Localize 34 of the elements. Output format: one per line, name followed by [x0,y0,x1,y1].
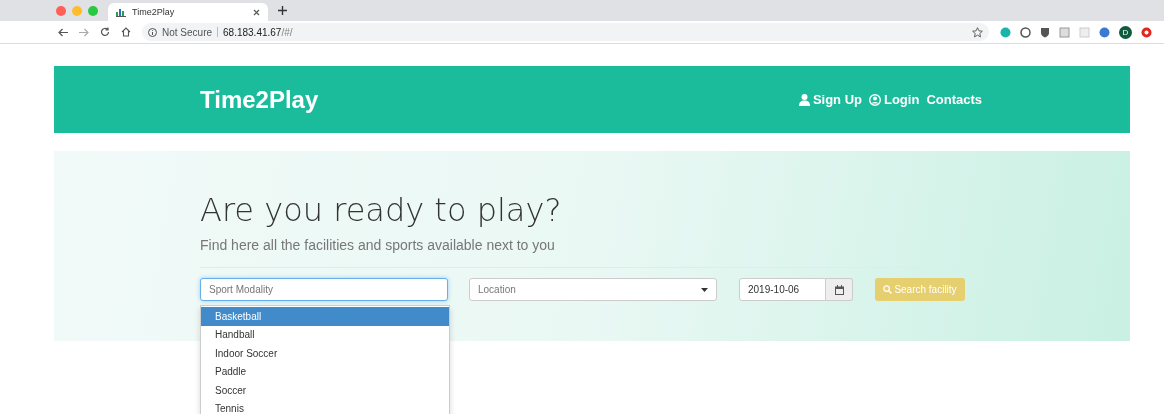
search-icon [883,285,893,294]
calendar-icon [834,284,844,295]
sport-field[interactable]: Sport Modality [200,278,448,301]
user-icon [798,93,810,106]
user-circle-icon [869,93,881,106]
dropdown-option[interactable]: Indoor Soccer [201,344,449,363]
bar-chart-icon [116,7,126,17]
home-icon[interactable] [121,27,131,37]
date-field[interactable]: 2019-10-06 [739,278,826,301]
new-tab-icon[interactable] [278,6,287,15]
hero-subtitle: Find here all the facilities and sports available next to you [200,237,556,253]
browser-tab[interactable]: Time2Play [108,3,268,21]
calendar-button[interactable] [826,278,853,301]
security-label: Not Secure [162,26,213,38]
address-bar[interactable]: Not Secure 68.183.41.67/#/ [142,23,989,41]
location-select[interactable]: Location [469,278,717,301]
dropdown-option[interactable]: Paddle [201,362,449,381]
star-icon[interactable] [972,26,983,38]
shield-icon[interactable] [1040,26,1050,38]
dropdown-option[interactable]: Soccer [201,381,449,400]
dropdown-option[interactable]: Basketball [201,307,449,326]
url-text: 68.183.41.67/#/ [223,26,293,38]
reload-icon[interactable] [100,27,110,37]
dropdown-option[interactable]: Tennis [201,399,449,414]
extension-icon[interactable] [1141,26,1152,38]
back-icon[interactable] [58,27,68,37]
profile-avatar[interactable]: D [1119,25,1132,39]
close-icon[interactable] [253,8,260,16]
hero-title: Are you ready to play? [200,191,563,229]
info-icon[interactable] [148,27,157,37]
dropdown-option[interactable]: Handball [201,325,449,344]
caret-icon [701,287,708,292]
extension-icon[interactable] [1020,26,1031,38]
extension-icon[interactable] [1099,26,1110,38]
